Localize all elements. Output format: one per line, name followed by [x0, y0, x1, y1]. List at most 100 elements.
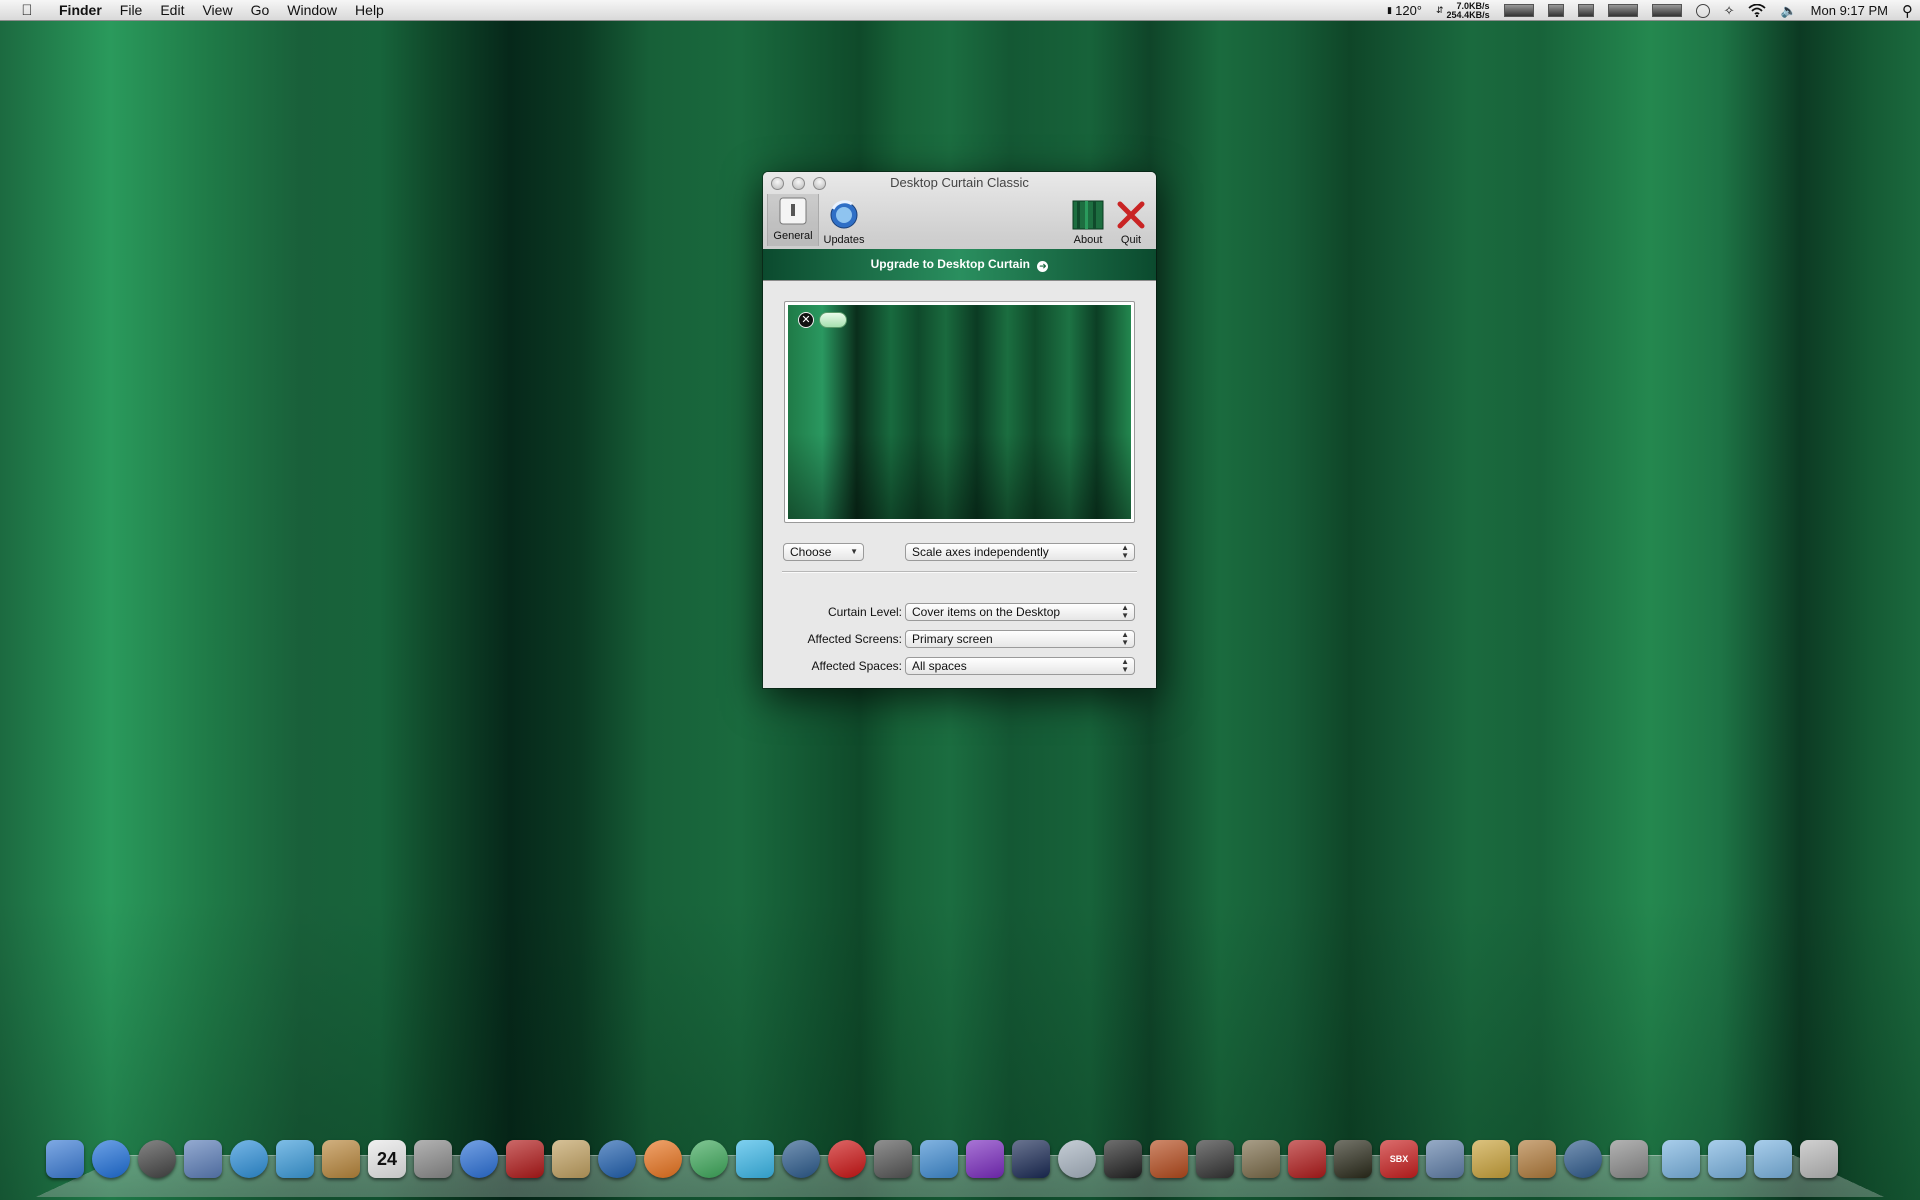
compass-app-icon[interactable]	[1058, 1140, 1096, 1178]
garageband-icon[interactable]	[1518, 1140, 1556, 1178]
cpu-graph-icon	[1503, 4, 1534, 17]
menu-help[interactable]: Help	[346, 0, 393, 21]
address-book-icon[interactable]	[322, 1140, 360, 1178]
affected-screens-value: Primary screen	[912, 632, 993, 646]
activity-graph-icon	[1651, 4, 1682, 17]
network-rates: 7.0KB/s 254.4KB/s	[1446, 1, 1490, 20]
scale-mode-popup[interactable]: Scale axes independently ▲ ▼	[905, 543, 1135, 561]
calendar-icon[interactable]: 24	[368, 1140, 406, 1178]
status-menus: ▮ 120° ⇵ 7.0KB/s 254.4KB/s ✧ 🔈 Mon 9:17	[1380, 0, 1920, 21]
time-machine-icon[interactable]	[1564, 1140, 1602, 1178]
firefox-icon[interactable]	[644, 1140, 682, 1178]
mail-stamp-icon[interactable]	[184, 1140, 222, 1178]
binoculars-app-icon[interactable]	[1196, 1140, 1234, 1178]
game-app-icon[interactable]	[1150, 1140, 1188, 1178]
toolbar-about-label: About	[1073, 234, 1103, 246]
purple-app-icon[interactable]	[966, 1140, 1004, 1178]
documents-folder-icon[interactable]	[1708, 1140, 1746, 1178]
affected-spaces-label: Affected Spaces:	[811, 659, 902, 673]
memory-meter[interactable]	[1577, 4, 1594, 17]
wifi-icon	[1748, 4, 1767, 17]
remove-image-icon[interactable]: ✕	[798, 312, 814, 328]
arrow-circle-icon: ➜	[1037, 261, 1049, 272]
menu-view[interactable]: View	[193, 0, 241, 21]
upgrade-banner-link[interactable]: Upgrade to Desktop Curtain ➜	[763, 249, 1156, 280]
radar-app-icon[interactable]	[1334, 1140, 1372, 1178]
itunes-icon[interactable]	[460, 1140, 498, 1178]
iphoto-icon[interactable]	[552, 1140, 590, 1178]
speaker-icon: 🔈	[1780, 2, 1797, 18]
bluetooth-icon: ✧	[1723, 2, 1735, 18]
memory-graph-icon	[1577, 4, 1594, 17]
choose-popup-label: Choose	[790, 545, 832, 559]
menubar-clock[interactable]: Mon 9:17 PM	[1811, 3, 1888, 18]
wolfenstein-icon[interactable]	[1288, 1140, 1326, 1178]
updown-arrows-icon: ▲ ▼	[1121, 603, 1129, 620]
temperature-value: 120°	[1395, 3, 1422, 18]
disk-meter[interactable]	[1547, 4, 1564, 17]
window-titlebar[interactable]: Desktop Curtain Classic General Updates	[763, 172, 1156, 281]
app-menu-finder[interactable]: Finder	[50, 0, 111, 21]
system-preferences-icon[interactable]	[1610, 1140, 1648, 1178]
facetime-icon[interactable]	[276, 1140, 314, 1178]
activity-graph[interactable]	[1651, 4, 1682, 17]
curtain-level-popup[interactable]: Cover items on the Desktop ▲ ▼	[905, 603, 1135, 621]
windows-app-icon[interactable]	[1426, 1140, 1464, 1178]
network-arrows-icon: ⇵	[1436, 5, 1444, 15]
affected-spaces-popup[interactable]: All spaces ▲ ▼	[905, 657, 1135, 675]
trash-icon[interactable]	[1800, 1140, 1838, 1178]
desktop-curtain-window: Desktop Curtain Classic General Updates	[763, 172, 1156, 688]
toolbar-general[interactable]: General	[767, 194, 819, 246]
downloads-folder-icon[interactable]	[1754, 1140, 1792, 1178]
toolbar-updates[interactable]: Updates	[819, 198, 869, 246]
time-machine-status[interactable]	[1695, 3, 1710, 18]
network-status[interactable]: ⇵ 7.0KB/s 254.4KB/s	[1436, 1, 1490, 20]
galaxy-app-icon[interactable]	[1012, 1140, 1050, 1178]
globe-app-icon[interactable]	[782, 1140, 820, 1178]
disk-graph-icon	[1547, 4, 1564, 17]
thermometer-icon: ▮	[1387, 5, 1393, 15]
upgrade-banner-text: Upgrade to Desktop Curtain	[870, 257, 1030, 271]
soldier-app-icon[interactable]	[1242, 1140, 1280, 1178]
opera-icon[interactable]	[828, 1140, 866, 1178]
temperature-status[interactable]: ▮ 120°	[1387, 3, 1422, 18]
penguin-app-icon[interactable]	[1104, 1140, 1142, 1178]
menu-window[interactable]: Window	[278, 0, 346, 21]
window-title: Desktop Curtain Classic	[890, 175, 1029, 190]
imovie-star-icon[interactable]	[1472, 1140, 1510, 1178]
grid-app-icon[interactable]	[874, 1140, 912, 1178]
photo-booth-icon[interactable]	[506, 1140, 544, 1178]
toolbar-quit[interactable]: Quit	[1106, 198, 1156, 246]
image-toggle-pill[interactable]	[819, 312, 847, 328]
dashboard-icon[interactable]	[138, 1140, 176, 1178]
finder-icon[interactable]	[46, 1140, 84, 1178]
sbx-app-icon[interactable]: SBX	[1380, 1140, 1418, 1178]
preview-icon[interactable]	[414, 1140, 452, 1178]
bird-app-icon[interactable]	[736, 1140, 774, 1178]
spotlight-icon[interactable]: ⚲	[1902, 2, 1913, 20]
toolbar-updates-label: Updates	[823, 234, 865, 246]
menu-go[interactable]: Go	[242, 0, 279, 21]
choose-popup[interactable]: Choose ▼	[783, 543, 864, 561]
menu-edit[interactable]: Edit	[151, 0, 193, 21]
safari-icon[interactable]	[230, 1140, 268, 1178]
about-curtain-icon	[1071, 198, 1105, 232]
apple-menu-icon[interactable]: 	[18, 2, 36, 19]
cpu-meter[interactable]	[1503, 4, 1534, 17]
applications-folder-icon[interactable]	[1662, 1140, 1700, 1178]
network-download-rate: 254.4KB/s	[1446, 9, 1490, 20]
curtain-image-well[interactable]: ✕	[784, 301, 1135, 523]
app-store-icon[interactable]	[92, 1140, 130, 1178]
chevron-down-icon: ▼	[850, 547, 858, 556]
bluetooth-status[interactable]: ✧	[1724, 3, 1735, 19]
twitter-icon[interactable]	[920, 1140, 958, 1178]
volume-status[interactable]: 🔈	[1780, 3, 1796, 19]
network-graph[interactable]	[1607, 4, 1638, 17]
menu-file[interactable]: File	[111, 0, 152, 21]
wifi-status[interactable]	[1748, 4, 1767, 17]
quicktime-icon[interactable]	[598, 1140, 636, 1178]
scale-mode-value: Scale axes independently	[912, 545, 1049, 559]
chrome-icon[interactable]	[690, 1140, 728, 1178]
affected-screens-popup[interactable]: Primary screen ▲ ▼	[905, 630, 1135, 648]
calendar-day: 24	[376, 1148, 398, 1169]
